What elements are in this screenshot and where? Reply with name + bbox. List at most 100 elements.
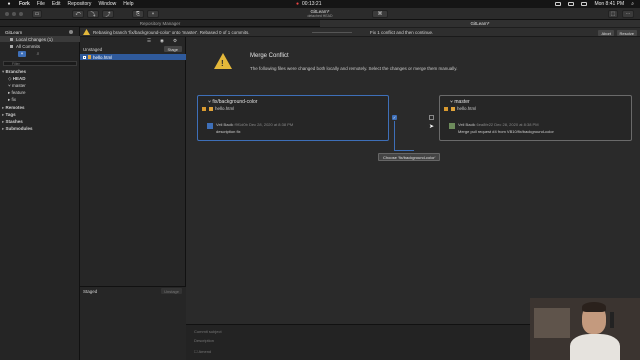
branch-icon[interactable]: ⑂ [147, 10, 159, 18]
window-controls [5, 12, 23, 16]
fetch-icon[interactable]: ⤺ [72, 10, 84, 18]
commit-date: Dec 28, 2020 at 8:38 PM [248, 122, 294, 127]
commit-date: Dec 28, 2020 at 8:38 PM [494, 122, 539, 127]
unstaged-header: Unstaged Stage [80, 45, 186, 53]
amend-checkbox[interactable]: ☐ Amend [194, 349, 211, 354]
stash-icon[interactable]: ⎘ [132, 10, 144, 18]
group-tags[interactable]: Tags [2, 112, 16, 118]
menu-fork[interactable]: Fork [19, 1, 30, 7]
warning-icon [83, 29, 90, 35]
branch-label: feature [11, 90, 26, 95]
toolbar: ▭ ⤺ ⤵ ⤴ ⎘ ⑂ GitLearn* detached HEAD ⌘ ⬚ … [0, 8, 640, 20]
branches-tab-icon[interactable]: ⑂ [18, 51, 26, 57]
menu-file[interactable]: File [37, 1, 45, 7]
menu-help[interactable]: Help [123, 1, 133, 7]
exclamation-icon: ! [221, 59, 224, 68]
sidebar-item-all-commits[interactable]: All Commits [0, 43, 80, 49]
staged-header: Staged Unstage [80, 287, 186, 295]
commit-description-input[interactable]: Description [194, 338, 214, 343]
group-submodules[interactable]: Submodules [2, 126, 33, 132]
menubar-status-icon[interactable] [555, 2, 562, 6]
eye-icon[interactable]: ◉ [160, 38, 164, 44]
resolve-button[interactable]: Resolve [616, 30, 637, 36]
branch-fix[interactable]: ▸ fix [8, 97, 16, 103]
search-tab-icon[interactable]: ⌕ [34, 51, 42, 57]
sort-icon[interactable]: ☰ [147, 38, 151, 44]
choose-local-checkbox[interactable]: ✓ [392, 115, 397, 120]
file-checkbox[interactable] [83, 55, 86, 59]
repo-name: GitLearn [5, 30, 23, 35]
branch-feature[interactable]: ▸ feature [8, 90, 26, 96]
branch-label: HEAD [12, 76, 26, 81]
html-file-icon [88, 55, 91, 59]
group-stashes[interactable]: Stashes [2, 119, 23, 125]
avatar [207, 123, 213, 129]
close-window-icon[interactable] [5, 12, 9, 16]
list-item[interactable]: hello.html [80, 54, 186, 60]
spotlight-icon[interactable]: ⌕ [631, 1, 634, 7]
unstaged-label: Unstaged [83, 46, 103, 52]
clock[interactable]: Mon 8:41 PM [594, 1, 624, 7]
branch-label: master [454, 99, 470, 105]
mouse-cursor-icon: ➤ [429, 124, 435, 130]
abort-button[interactable]: Abort [598, 30, 614, 36]
unstage-button[interactable]: Unstage [161, 288, 182, 294]
file-name: hello.html [93, 54, 113, 60]
staged-panel: Staged Unstage [80, 286, 186, 360]
branch-head[interactable]: ◇ HEAD [8, 76, 25, 82]
tooltip: Choose 'fix/background-color' [378, 153, 441, 161]
record-icon: ● [296, 1, 300, 7]
file-type-icon [209, 106, 213, 111]
merge-icon[interactable] [429, 115, 434, 120]
stage-button[interactable]: Stage [163, 46, 182, 52]
html-file-icon [202, 106, 206, 111]
terminal-icon[interactable]: ⌘ [372, 10, 388, 18]
tab-gitlearn[interactable]: GitLearn* [320, 20, 640, 27]
branch-label: master [11, 83, 26, 88]
pull-icon[interactable]: ⤵ [87, 10, 99, 18]
sidebar-filter-input[interactable]: Filter [3, 61, 77, 66]
file-type-icon [451, 106, 455, 111]
author: Veli Bacik [458, 122, 476, 127]
branch-label: fix [11, 97, 17, 102]
menu-edit[interactable]: Edit [52, 1, 61, 7]
html-file-icon [444, 106, 448, 111]
settings-icon[interactable]: ⚙ [173, 38, 177, 44]
changes-panel: ☰ ◉ ⚙ Unstaged Stage hello.html Staged U… [80, 37, 186, 360]
sidebar-item-local-changes[interactable]: Local Changes (1) [0, 36, 80, 42]
progress-track [312, 32, 352, 33]
commit-message: Merge pull request #4 from VB10/fix/back… [458, 129, 554, 134]
remote-branch-card[interactable]: ⑂ master hello.html Veli Bacik 6ea8fe22 … [439, 95, 632, 141]
sidebar-toggle-icon[interactable]: ▭ [32, 10, 42, 18]
group-branches[interactable]: Branches [2, 69, 27, 75]
conflict-description: The following files were changed both lo… [250, 66, 458, 71]
menu-window[interactable]: Window [98, 1, 116, 7]
commit-hash: f9f1d0b [234, 122, 248, 127]
open-in-icon[interactable]: ⬚ [608, 10, 618, 18]
sidebar-item-label: All Commits [16, 43, 41, 49]
tab-repository-manager[interactable]: Repository Manager [80, 20, 240, 27]
apple-icon[interactable]: ● [6, 1, 12, 7]
zoom-window-icon[interactable] [19, 12, 23, 16]
sidebar: GitLearn Local Changes (1) All Commits ⑂… [0, 27, 80, 360]
battery-icon[interactable] [581, 2, 588, 6]
commit-subject-input[interactable]: Commit subject [194, 329, 222, 334]
head-state[interactable]: detached HEAD [270, 14, 370, 19]
staged-label: Staged [83, 288, 98, 294]
push-icon[interactable]: ⤴ [102, 10, 114, 18]
webcam-person-hair [582, 302, 606, 312]
menu-bar: ● Fork File Edit Repository Window Help … [0, 0, 640, 8]
group-remotes[interactable]: Remotes [2, 105, 25, 111]
amend-label: Amend [198, 349, 212, 354]
sidebar-tabs: ⑂ ⌕ [18, 51, 42, 57]
headset-icon [610, 312, 614, 328]
commit-meta: Veli Bacik f9f1d0b Dec 28, 2020 at 8:38 … [216, 122, 293, 127]
author: Veli Bacik [216, 122, 234, 127]
menu-repository[interactable]: Repository [68, 1, 92, 7]
more-icon[interactable]: ⋯ [622, 10, 634, 18]
conflict-file: hello.html [444, 106, 476, 111]
minimize-window-icon[interactable] [12, 12, 16, 16]
wifi-icon[interactable] [568, 2, 575, 6]
local-branch-card[interactable]: ⑂ fix/background-color hello.html Veli B… [197, 95, 389, 141]
branch-master[interactable]: ⑂ master [8, 83, 26, 88]
